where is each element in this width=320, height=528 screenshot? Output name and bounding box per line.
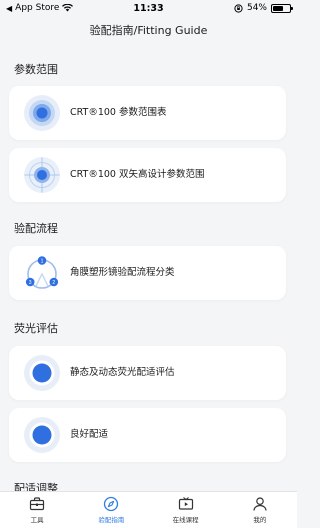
card-label: 良好配适 — [70, 429, 109, 440]
tab-label: 在线课程 — [172, 516, 199, 524]
fluorescein-dot-icon — [24, 355, 60, 391]
status-right: 54% — [234, 3, 293, 13]
target-rings-icon — [24, 95, 60, 131]
card-ortho-k-process-classification[interactable]: 1 2 3 角膜塑形镜验配流程分类 — [9, 246, 286, 300]
battery-icon — [271, 3, 293, 13]
process-step-number: 3 — [29, 280, 32, 286]
tab-online-courses[interactable]: 在线课程 — [149, 492, 223, 528]
tab-label: 验配指南 — [98, 516, 125, 524]
guide-list[interactable]: 参数范围 CRT®100 参数范围表 CRT®100 双矢高设计参数范围 验配流… — [0, 52, 297, 492]
tab-fitting-guide[interactable]: 验配指南 — [74, 492, 148, 528]
process-step-number: 2 — [52, 280, 55, 286]
card-label: CRT®100 参数范围表 — [70, 107, 167, 118]
card-label: CRT®100 双矢高设计参数范围 — [70, 169, 205, 180]
tab-tools[interactable]: 工具 — [0, 492, 74, 528]
tab-mine[interactable]: 我的 — [223, 492, 297, 528]
toolbox-icon — [30, 497, 45, 511]
tab-label: 我的 — [253, 516, 267, 524]
battery-percent: 54% — [246, 3, 267, 13]
card-static-dynamic-fluorescein-fit[interactable]: 静态及动态荧光配适评估 — [9, 346, 286, 400]
screen: ◀ App Store 11:33 54% 验配指南/Fitting Guide… — [0, 0, 297, 528]
tab-label: 工具 — [30, 516, 44, 524]
process-step-number: 1 — [41, 258, 44, 264]
process-cycle-icon: 1 2 3 — [25, 256, 59, 289]
orientation-lock-icon — [234, 3, 243, 13]
card-label: 静态及动态荧光配适评估 — [70, 367, 175, 378]
card-crt100-dual-sag-parameters[interactable]: CRT®100 双矢高设计参数范围 — [9, 148, 286, 202]
card-label: 角膜塑形镜验配流程分类 — [70, 267, 175, 278]
status-bar: ◀ App Store 11:33 54% — [0, 0, 297, 18]
video-tv-icon — [178, 497, 193, 510]
crosshair-target-icon — [24, 157, 60, 193]
section-title-parameters: 参数范围 — [14, 63, 58, 76]
fluorescein-dot-icon — [24, 417, 60, 453]
tab-bar: 工具 验配指南 在线课程 我的 — [0, 491, 297, 528]
section-title-fluorescein-assessment: 荧光评估 — [14, 322, 58, 335]
card-good-fit[interactable]: 良好配适 — [9, 408, 286, 462]
compass-icon — [104, 496, 119, 512]
card-crt100-parameter-table[interactable]: CRT®100 参数范围表 — [9, 86, 286, 140]
page-title: 验配指南/Fitting Guide — [89, 24, 208, 37]
person-icon — [253, 497, 267, 511]
section-title-fitting-process: 验配流程 — [14, 222, 58, 235]
